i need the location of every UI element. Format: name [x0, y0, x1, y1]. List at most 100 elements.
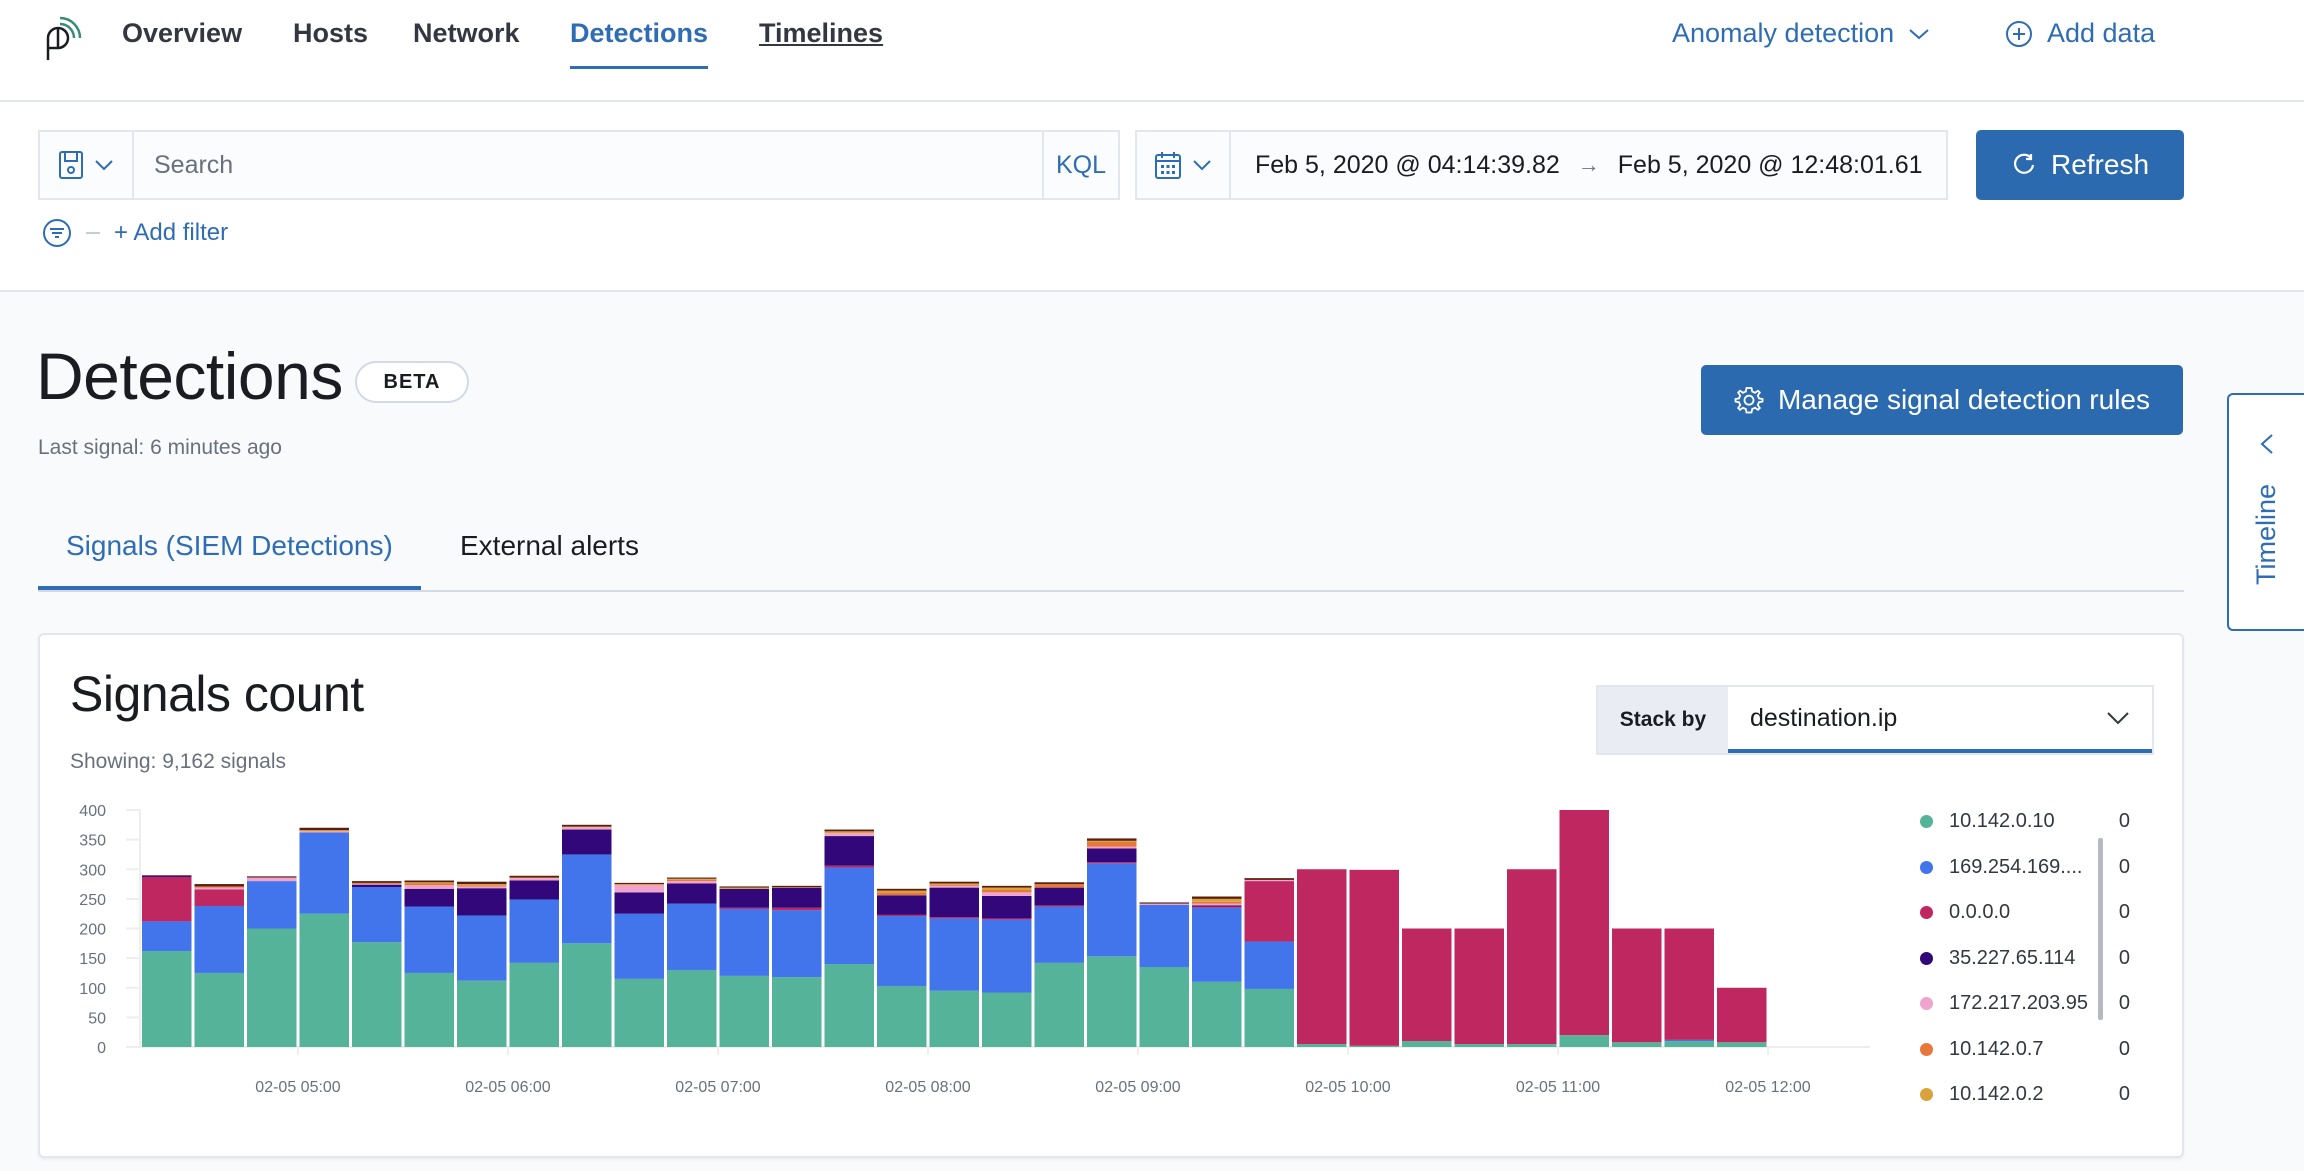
- bar-segment-10-142-0-10[interactable]: [247, 928, 297, 1048]
- bar-segment-0-0-0-0[interactable]: [1612, 928, 1662, 1043]
- bar-segment-0-0-0-0[interactable]: [1507, 869, 1557, 1045]
- bar-segment-10-142-0-10[interactable]: [1664, 1041, 1715, 1047]
- bar-segment-35-227-65-114[interactable]: [929, 887, 980, 918]
- bar-segment-10-142-0-2[interactable]: [352, 882, 402, 884]
- bar-segment-other[interactable]: [982, 885, 1032, 888]
- bar-segment-other[interactable]: [772, 885, 822, 888]
- bar-segment-172-217-203-95[interactable]: [1192, 903, 1242, 906]
- bar-segment-10-142-0-10[interactable]: [982, 992, 1032, 1047]
- bar-segment-10-142-0-10[interactable]: [404, 972, 455, 1047]
- bar-segment-10-142-0-10[interactable]: [1402, 1041, 1452, 1047]
- bar-segment-35-227-65-114[interactable]: [667, 883, 717, 904]
- bar-segment-10-142-0-10[interactable]: [719, 975, 770, 1047]
- add-filter-button[interactable]: + Add filter: [114, 219, 228, 247]
- bar-segment-10-142-0-2[interactable]: [404, 882, 455, 884]
- bar-segment-169-254-169-[interactable]: [929, 918, 980, 991]
- bar-segment-169-254-169-[interactable]: [194, 905, 245, 973]
- bar-segment-0-0-0-0[interactable]: [1244, 881, 1295, 942]
- bar-segment-172-217-203-95[interactable]: [1139, 903, 1190, 905]
- bar-segment-169-254-169-[interactable]: [1034, 906, 1085, 963]
- bar-segment-35-227-65-114[interactable]: [982, 895, 1032, 919]
- bar-segment-other[interactable]: [352, 881, 402, 883]
- timeline-flyout-button[interactable]: Timeline: [2227, 393, 2304, 631]
- bar-segment-172-217-203-95[interactable]: [194, 887, 245, 890]
- bar-segment-0-0-0-0[interactable]: [1349, 869, 1400, 1046]
- nav-tab-detections[interactable]: Detections: [570, 18, 709, 69]
- bar-segment-169-254-169-[interactable]: [457, 915, 507, 981]
- bar-segment-172-217-203-95[interactable]: [1087, 846, 1137, 849]
- bar-segment-169-254-169-[interactable]: [352, 887, 402, 943]
- nav-tab-overview[interactable]: Overview: [122, 18, 242, 49]
- refresh-button[interactable]: Refresh: [1976, 130, 2184, 200]
- legend-scrollbar[interactable]: [2098, 838, 2103, 1020]
- bar-segment-10-142-0-10[interactable]: [509, 962, 560, 1047]
- bar-segment-10-142-0-2[interactable]: [982, 887, 1032, 890]
- bar-segment-10-142-0-2[interactable]: [562, 826, 612, 828]
- bar-segment-0-0-0-0[interactable]: [1034, 905, 1085, 907]
- bar-segment-0-0-0-0[interactable]: [1402, 928, 1452, 1042]
- bar-segment-10-142-0-7[interactable]: [614, 884, 665, 886]
- legend-item[interactable]: 10.142.0.2 0: [1920, 1083, 2130, 1106]
- bar-segment-10-142-0-7[interactable]: [1192, 901, 1242, 904]
- bar-segment-172-217-203-95[interactable]: [929, 885, 980, 888]
- bar-segment-169-254-169-[interactable]: [1139, 904, 1190, 968]
- bar-segment-172-217-203-95[interactable]: [247, 877, 297, 882]
- nav-tab-hosts[interactable]: Hosts: [293, 18, 368, 49]
- bar-segment-10-142-0-7[interactable]: [1034, 884, 1085, 888]
- bar-segment-10-142-0-10[interactable]: [1034, 962, 1085, 1047]
- bar-segment-0-0-0-0[interactable]: [1192, 906, 1242, 908]
- bar-segment-10-142-0-7[interactable]: [667, 879, 717, 882]
- bar-segment-10-142-0-2[interactable]: [614, 884, 665, 885]
- bar-segment-10-142-0-2[interactable]: [929, 883, 980, 885]
- query-language-button[interactable]: KQL: [1042, 132, 1118, 198]
- bar-segment-172-217-203-95[interactable]: [1244, 879, 1295, 882]
- bar-segment-other[interactable]: [719, 886, 770, 888]
- bar-segment-other[interactable]: [194, 884, 245, 887]
- bar-segment-other[interactable]: [509, 875, 560, 878]
- bar-segment-other[interactable]: [457, 881, 507, 885]
- bar-segment-10-142-0-2[interactable]: [719, 887, 770, 889]
- bar-segment-169-254-169-[interactable]: [982, 919, 1032, 993]
- bar-segment-other[interactable]: [1087, 838, 1137, 841]
- anomaly-detection-menu[interactable]: Anomaly detection: [1672, 18, 1930, 49]
- bar-segment-10-142-0-2[interactable]: [1087, 840, 1137, 842]
- bar-segment-10-142-0-2[interactable]: [1192, 898, 1242, 902]
- bar-segment-10-142-0-10[interactable]: [824, 964, 875, 1047]
- bar-segment-172-217-203-95[interactable]: [562, 827, 612, 830]
- bar-segment-0-0-0-0[interactable]: [719, 907, 770, 909]
- bar-segment-172-217-203-95[interactable]: [509, 878, 560, 881]
- stack-by-select[interactable]: destination.ip: [1728, 687, 2152, 753]
- bar-segment-10-142-0-2[interactable]: [509, 877, 560, 879]
- bar-segment-10-142-0-2[interactable]: [667, 878, 717, 880]
- bar-segment-10-142-0-7[interactable]: [404, 883, 455, 886]
- bar-segment-other[interactable]: [1034, 882, 1085, 885]
- bar-segment-169-254-169-[interactable]: [1192, 907, 1242, 982]
- bar-segment-169-254-169-[interactable]: [404, 906, 455, 973]
- bar-segment-169-254-169-[interactable]: [562, 854, 612, 944]
- bar-segment-10-142-0-10[interactable]: [1612, 1042, 1662, 1047]
- bar-segment-other[interactable]: [299, 827, 350, 831]
- bar-segment-35-227-65-114[interactable]: [772, 887, 822, 908]
- bar-segment-0-0-0-0[interactable]: [142, 876, 192, 922]
- bar-segment-10-142-0-2[interactable]: [824, 831, 875, 834]
- bar-segment-169-254-169-[interactable]: [142, 921, 192, 952]
- search-input[interactable]: [134, 132, 1042, 198]
- bar-segment-169-254-169-[interactable]: [877, 916, 927, 986]
- bar-segment-0-0-0-0[interactable]: [772, 907, 822, 911]
- tab-external-alerts[interactable]: External alerts: [460, 530, 639, 562]
- bar-segment-10-142-0-10[interactable]: [1717, 1042, 1767, 1047]
- bar-segment-0-0-0-0[interactable]: [824, 865, 875, 868]
- bar-segment-10-142-0-10[interactable]: [352, 942, 402, 1047]
- bar-segment-10-142-0-10[interactable]: [1244, 988, 1295, 1047]
- bar-segment-10-142-0-2[interactable]: [299, 830, 350, 832]
- manage-signal-detection-rules-button[interactable]: Manage signal detection rules: [1701, 365, 2183, 435]
- bar-segment-35-227-65-114[interactable]: [457, 888, 507, 916]
- bar-segment-35-227-65-114[interactable]: [877, 895, 927, 915]
- bar-segment-169-254-169-[interactable]: [247, 881, 297, 929]
- bar-segment-169-254-169-[interactable]: [824, 867, 875, 965]
- bar-segment-169-254-169-[interactable]: [772, 910, 822, 978]
- nav-tab-timelines[interactable]: Timelines: [759, 18, 883, 49]
- bar-segment-169-254-169-[interactable]: [1244, 941, 1295, 989]
- bar-segment-169-254-169-[interactable]: [1664, 1039, 1715, 1042]
- bar-segment-35-227-65-114[interactable]: [1087, 848, 1137, 863]
